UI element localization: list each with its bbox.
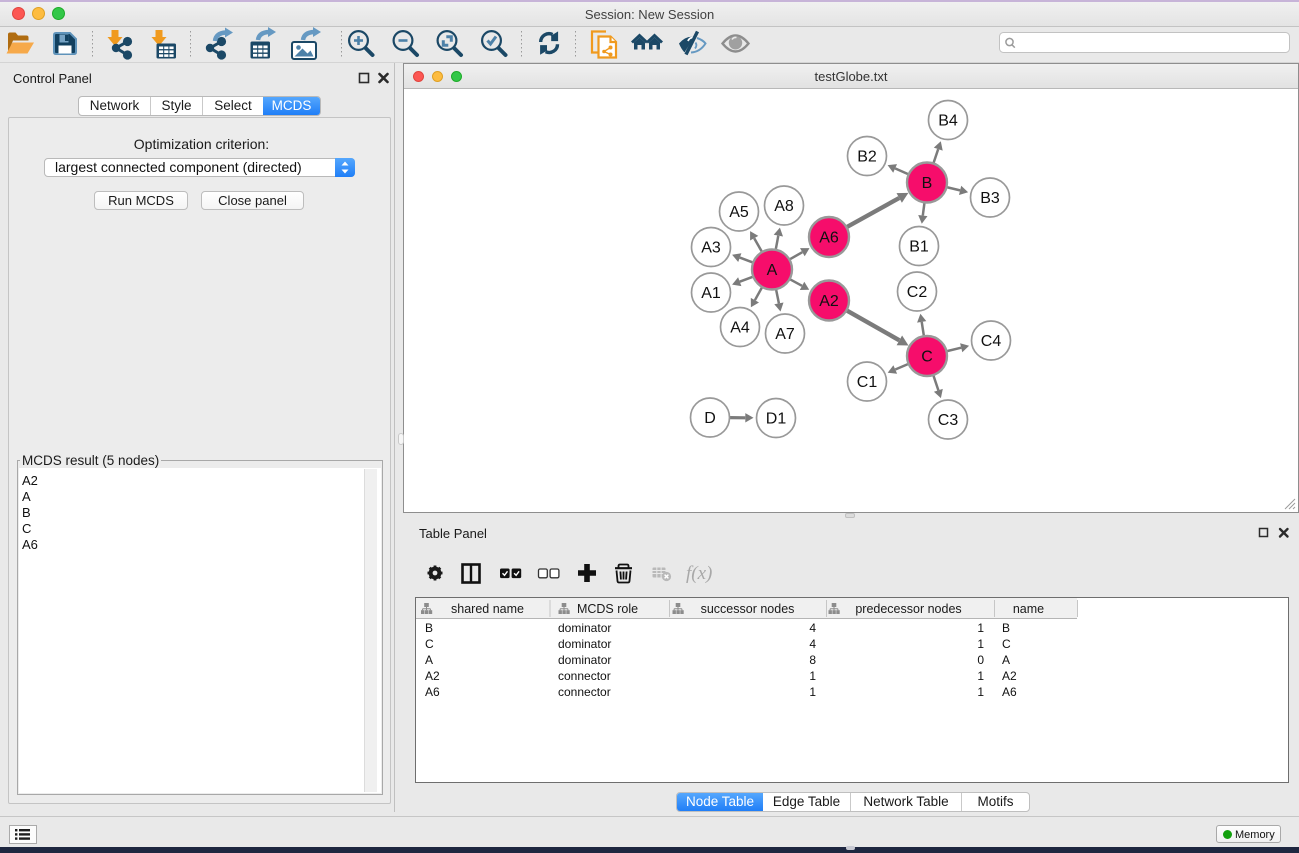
svg-text:C: C [921, 349, 933, 366]
svg-text:A2: A2 [819, 293, 839, 310]
svg-text:A1: A1 [701, 285, 721, 302]
svg-text:shared name: shared name [451, 602, 524, 616]
svg-text:successor nodes: successor nodes [700, 602, 794, 616]
svg-text:B3: B3 [980, 190, 1000, 207]
svg-text:predecessor nodes: predecessor nodes [855, 602, 961, 616]
svg-text:A: A [767, 262, 778, 279]
svg-text:B2: B2 [857, 149, 877, 166]
svg-text:B4: B4 [938, 113, 958, 130]
svg-text:A7: A7 [775, 326, 795, 343]
svg-text:A4: A4 [730, 320, 750, 337]
svg-text:B: B [922, 175, 933, 192]
svg-text:A5: A5 [729, 204, 749, 221]
svg-text:MCDS role: MCDS role [576, 602, 637, 616]
svg-text:D1: D1 [766, 411, 787, 428]
svg-text:C2: C2 [907, 284, 928, 301]
svg-text:C3: C3 [938, 412, 959, 429]
svg-text:D: D [704, 410, 716, 427]
svg-text:C1: C1 [857, 374, 878, 391]
svg-text:A6: A6 [819, 230, 839, 247]
svg-text:A8: A8 [774, 198, 794, 215]
svg-text:B1: B1 [909, 239, 929, 256]
svg-text:C4: C4 [981, 333, 1002, 350]
svg-text:name: name [1012, 602, 1043, 616]
svg-text:A3: A3 [701, 240, 721, 257]
svg-text:f(x): f(x) [686, 563, 712, 584]
